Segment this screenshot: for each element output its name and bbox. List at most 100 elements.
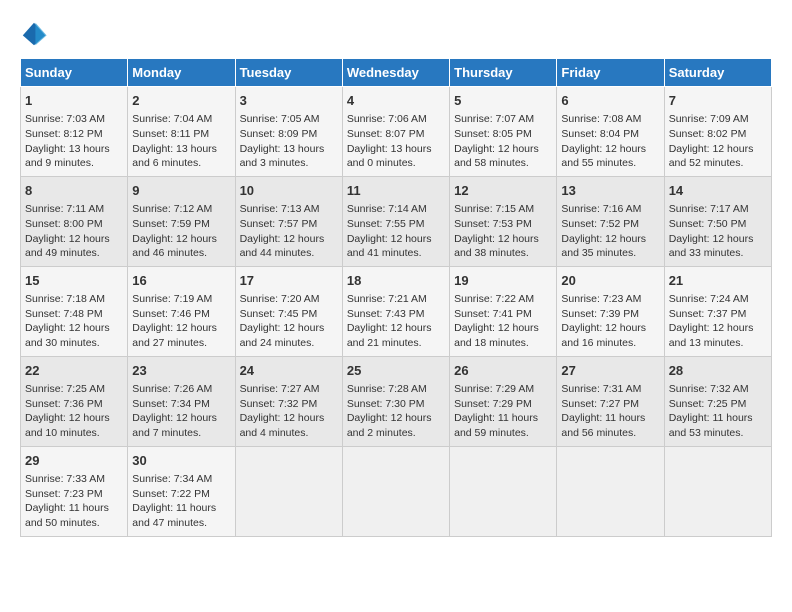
sunset-label: Sunset: 7:45 PM	[240, 308, 318, 320]
calendar-cell: 10 Sunrise: 7:13 AM Sunset: 7:57 PM Dayl…	[235, 176, 342, 266]
sunset-label: Sunset: 7:59 PM	[132, 218, 210, 230]
daylight-label: Daylight: 12 hours and 33 minutes.	[669, 233, 754, 260]
sunrise-label: Sunrise: 7:05 AM	[240, 113, 320, 125]
day-number: 17	[240, 272, 338, 290]
calendar-cell: 27 Sunrise: 7:31 AM Sunset: 7:27 PM Dayl…	[557, 356, 664, 446]
calendar-cell: 28 Sunrise: 7:32 AM Sunset: 7:25 PM Dayl…	[664, 356, 771, 446]
calendar-cell: 13 Sunrise: 7:16 AM Sunset: 7:52 PM Dayl…	[557, 176, 664, 266]
daylight-label: Daylight: 12 hours and 10 minutes.	[25, 412, 110, 439]
calendar-cell: 26 Sunrise: 7:29 AM Sunset: 7:29 PM Dayl…	[450, 356, 557, 446]
daylight-label: Daylight: 13 hours and 9 minutes.	[25, 143, 110, 170]
sunrise-label: Sunrise: 7:07 AM	[454, 113, 534, 125]
day-number: 15	[25, 272, 123, 290]
week-row-5: 29 Sunrise: 7:33 AM Sunset: 7:23 PM Dayl…	[21, 446, 772, 536]
daylight-label: Daylight: 12 hours and 2 minutes.	[347, 412, 432, 439]
daylight-label: Daylight: 12 hours and 16 minutes.	[561, 322, 646, 349]
sunset-label: Sunset: 8:05 PM	[454, 128, 532, 140]
calendar-cell: 29 Sunrise: 7:33 AM Sunset: 7:23 PM Dayl…	[21, 446, 128, 536]
daylight-label: Daylight: 11 hours and 53 minutes.	[669, 412, 753, 439]
sunset-label: Sunset: 7:27 PM	[561, 398, 639, 410]
day-number: 30	[132, 452, 230, 470]
daylight-label: Daylight: 13 hours and 6 minutes.	[132, 143, 217, 170]
week-row-1: 1 Sunrise: 7:03 AM Sunset: 8:12 PM Dayli…	[21, 87, 772, 177]
daylight-label: Daylight: 12 hours and 44 minutes.	[240, 233, 325, 260]
sunrise-label: Sunrise: 7:13 AM	[240, 203, 320, 215]
calendar-cell	[450, 446, 557, 536]
day-number: 25	[347, 362, 445, 380]
daylight-label: Daylight: 12 hours and 7 minutes.	[132, 412, 217, 439]
sunset-label: Sunset: 7:39 PM	[561, 308, 639, 320]
daylight-label: Daylight: 12 hours and 38 minutes.	[454, 233, 539, 260]
sunset-label: Sunset: 7:32 PM	[240, 398, 318, 410]
sunrise-label: Sunrise: 7:22 AM	[454, 293, 534, 305]
daylight-label: Daylight: 12 hours and 55 minutes.	[561, 143, 646, 170]
daylight-label: Daylight: 12 hours and 41 minutes.	[347, 233, 432, 260]
sunset-label: Sunset: 7:29 PM	[454, 398, 532, 410]
sunrise-label: Sunrise: 7:18 AM	[25, 293, 105, 305]
sunset-label: Sunset: 7:53 PM	[454, 218, 532, 230]
sunrise-label: Sunrise: 7:25 AM	[25, 383, 105, 395]
sunset-label: Sunset: 8:04 PM	[561, 128, 639, 140]
calendar-cell: 20 Sunrise: 7:23 AM Sunset: 7:39 PM Dayl…	[557, 266, 664, 356]
sunset-label: Sunset: 7:34 PM	[132, 398, 210, 410]
daylight-label: Daylight: 12 hours and 49 minutes.	[25, 233, 110, 260]
calendar-cell	[342, 446, 449, 536]
sunset-label: Sunset: 7:48 PM	[25, 308, 103, 320]
sunset-label: Sunset: 7:55 PM	[347, 218, 425, 230]
day-number: 3	[240, 92, 338, 110]
sunset-label: Sunset: 7:46 PM	[132, 308, 210, 320]
calendar-cell	[557, 446, 664, 536]
sunrise-label: Sunrise: 7:32 AM	[669, 383, 749, 395]
sunrise-label: Sunrise: 7:03 AM	[25, 113, 105, 125]
calendar-cell	[664, 446, 771, 536]
calendar-cell	[235, 446, 342, 536]
sunset-label: Sunset: 7:41 PM	[454, 308, 532, 320]
sunrise-label: Sunrise: 7:19 AM	[132, 293, 212, 305]
sunrise-label: Sunrise: 7:15 AM	[454, 203, 534, 215]
day-number: 22	[25, 362, 123, 380]
calendar-cell: 22 Sunrise: 7:25 AM Sunset: 7:36 PM Dayl…	[21, 356, 128, 446]
calendar-cell: 21 Sunrise: 7:24 AM Sunset: 7:37 PM Dayl…	[664, 266, 771, 356]
sunrise-label: Sunrise: 7:11 AM	[25, 203, 104, 215]
calendar-cell: 8 Sunrise: 7:11 AM Sunset: 8:00 PM Dayli…	[21, 176, 128, 266]
sunset-label: Sunset: 7:43 PM	[347, 308, 425, 320]
sunrise-label: Sunrise: 7:12 AM	[132, 203, 212, 215]
sunset-label: Sunset: 8:02 PM	[669, 128, 747, 140]
day-number: 19	[454, 272, 552, 290]
sunset-label: Sunset: 8:12 PM	[25, 128, 103, 140]
sunset-label: Sunset: 8:07 PM	[347, 128, 425, 140]
sunrise-label: Sunrise: 7:33 AM	[25, 473, 105, 485]
sunrise-label: Sunrise: 7:17 AM	[669, 203, 749, 215]
daylight-label: Daylight: 11 hours and 56 minutes.	[561, 412, 645, 439]
logo	[20, 20, 52, 48]
daylight-label: Daylight: 12 hours and 24 minutes.	[240, 322, 325, 349]
day-number: 8	[25, 182, 123, 200]
sunset-label: Sunset: 7:50 PM	[669, 218, 747, 230]
sunset-label: Sunset: 8:09 PM	[240, 128, 318, 140]
sunrise-label: Sunrise: 7:20 AM	[240, 293, 320, 305]
day-number: 21	[669, 272, 767, 290]
day-number: 5	[454, 92, 552, 110]
day-number: 23	[132, 362, 230, 380]
sunset-label: Sunset: 7:37 PM	[669, 308, 747, 320]
calendar-cell: 5 Sunrise: 7:07 AM Sunset: 8:05 PM Dayli…	[450, 87, 557, 177]
sunrise-label: Sunrise: 7:08 AM	[561, 113, 641, 125]
calendar-cell: 14 Sunrise: 7:17 AM Sunset: 7:50 PM Dayl…	[664, 176, 771, 266]
daylight-label: Daylight: 13 hours and 3 minutes.	[240, 143, 325, 170]
calendar-cell: 9 Sunrise: 7:12 AM Sunset: 7:59 PM Dayli…	[128, 176, 235, 266]
daylight-label: Daylight: 12 hours and 35 minutes.	[561, 233, 646, 260]
sunrise-label: Sunrise: 7:09 AM	[669, 113, 749, 125]
day-number: 4	[347, 92, 445, 110]
week-row-2: 8 Sunrise: 7:11 AM Sunset: 8:00 PM Dayli…	[21, 176, 772, 266]
sunset-label: Sunset: 7:23 PM	[25, 488, 103, 500]
sunrise-label: Sunrise: 7:28 AM	[347, 383, 427, 395]
sunrise-label: Sunrise: 7:34 AM	[132, 473, 212, 485]
calendar-table: SundayMondayTuesdayWednesdayThursdayFrid…	[20, 58, 772, 537]
daylight-label: Daylight: 11 hours and 47 minutes.	[132, 502, 216, 529]
day-number: 14	[669, 182, 767, 200]
day-number: 13	[561, 182, 659, 200]
sunrise-label: Sunrise: 7:04 AM	[132, 113, 212, 125]
day-number: 27	[561, 362, 659, 380]
calendar-cell: 2 Sunrise: 7:04 AM Sunset: 8:11 PM Dayli…	[128, 87, 235, 177]
sunrise-label: Sunrise: 7:16 AM	[561, 203, 641, 215]
